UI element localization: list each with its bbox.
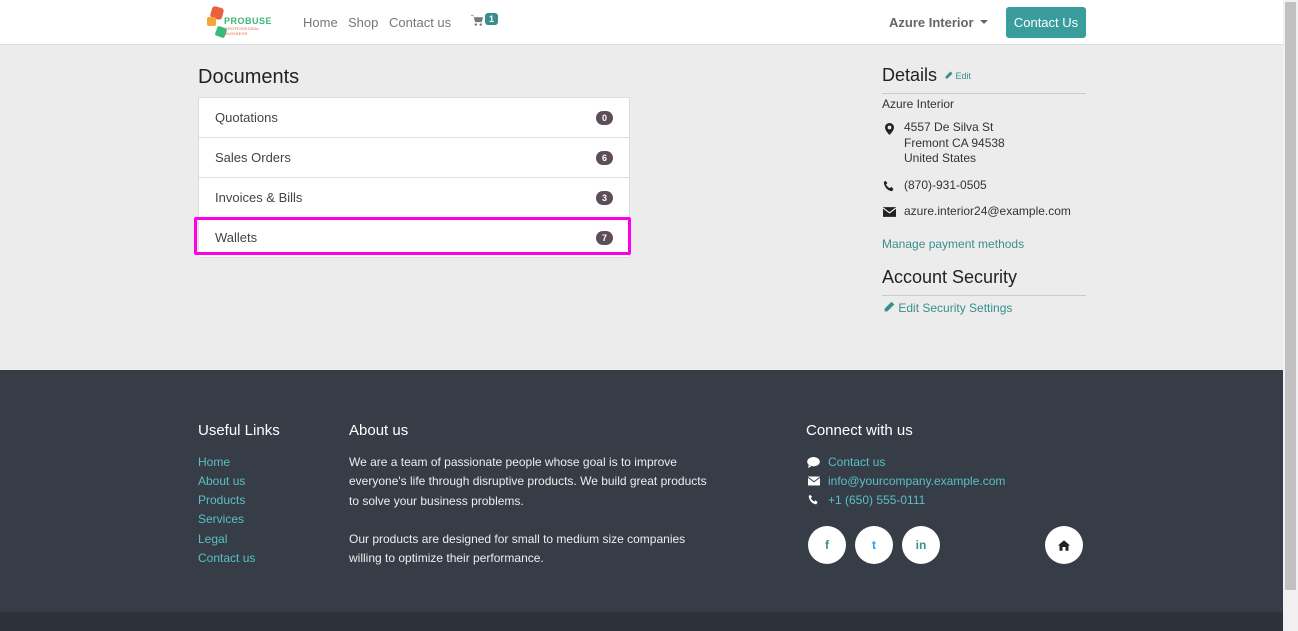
document-label: Quotations: [215, 110, 278, 125]
address-line-3: United States: [904, 151, 977, 165]
document-item-quotations[interactable]: Quotations 0: [198, 97, 630, 138]
contact-us-button[interactable]: Contact Us: [1006, 7, 1086, 38]
map-marker-icon: [885, 123, 894, 135]
linkedin-glyph: in: [915, 538, 927, 552]
nav-home[interactable]: Home: [303, 15, 338, 30]
document-label: Wallets: [215, 230, 258, 245]
about-paragraph-2: Our products are designed for small to m…: [349, 532, 686, 566]
facebook-glyph: f: [825, 538, 829, 552]
facebook-icon[interactable]: f: [808, 526, 846, 564]
pencil-icon: [884, 301, 895, 312]
document-item-invoices-bills[interactable]: Invoices & Bills 3: [198, 178, 630, 218]
count-badge: 0: [596, 111, 613, 125]
logo-text: PROBUSE: [224, 16, 273, 26]
top-navbar: PROBUSE PROFESSIONAL BUSINESS Home Shop …: [0, 0, 1283, 45]
customer-name: Azure Interior: [882, 97, 955, 111]
footer-contact-link[interactable]: Contact us: [828, 455, 885, 469]
divider: [882, 295, 1086, 296]
about-us-title: About us: [349, 422, 409, 439]
twitter-icon[interactable]: t: [855, 526, 893, 564]
footer-link-legal[interactable]: Legal: [198, 532, 227, 546]
document-label: Sales Orders: [215, 150, 291, 165]
home-icon[interactable]: [1045, 526, 1083, 564]
footer-link-home[interactable]: Home: [198, 455, 230, 469]
divider: [882, 93, 1086, 94]
footer-link-products[interactable]: Products: [198, 493, 245, 507]
footer-link-contact-us[interactable]: Contact us: [198, 551, 255, 565]
home-glyph: [1058, 539, 1070, 551]
cart-icon[interactable]: [471, 14, 484, 27]
email-address: azure.interior24@example.com: [904, 204, 1071, 218]
document-item-sales-orders[interactable]: Sales Orders 6: [198, 138, 630, 178]
user-name: Azure Interior: [889, 15, 974, 30]
footer-link-services[interactable]: Services: [198, 512, 244, 526]
address-line-1: 4557 De Silva St: [904, 120, 994, 134]
edit-security-settings-link[interactable]: Edit Security Settings: [884, 301, 1012, 315]
nav-contact-us[interactable]: Contact us: [389, 15, 451, 30]
connect-title: Connect with us: [806, 422, 913, 439]
twitter-glyph: t: [872, 538, 876, 552]
comment-icon: [807, 457, 820, 468]
edit-label: Edit: [955, 71, 972, 81]
pencil-icon: [945, 71, 953, 79]
phone-number: (870)-931-0505: [904, 178, 987, 192]
footer-link-about-us[interactable]: About us: [198, 474, 245, 488]
page-scrollbar[interactable]: [1283, 0, 1298, 631]
manage-payment-methods-link[interactable]: Manage payment methods: [882, 237, 1024, 251]
user-menu-dropdown[interactable]: Azure Interior: [889, 15, 988, 30]
edit-details-link[interactable]: Edit: [945, 71, 971, 81]
documents-list: Quotations 0 Sales Orders 6 Invoices & B…: [198, 97, 630, 258]
edit-security-label: Edit Security Settings: [898, 301, 1013, 315]
brand-logo[interactable]: PROBUSE PROFESSIONAL BUSINESS: [207, 5, 273, 39]
document-label: Invoices & Bills: [215, 190, 303, 205]
footer-copyright-bar: [0, 612, 1283, 631]
details-title: Details: [882, 65, 938, 85]
logo-hexagon-icon: [207, 17, 216, 26]
logo-subtext: PROFESSIONAL BUSINESS: [225, 26, 260, 36]
document-item-wallets[interactable]: Wallets 7: [198, 218, 630, 258]
count-badge: 3: [596, 191, 613, 205]
scrollbar-thumb[interactable]: [1285, 2, 1296, 590]
count-badge: 6: [596, 151, 613, 165]
address-line-2: Fremont CA 94538: [904, 135, 1005, 150]
linkedin-icon[interactable]: in: [902, 526, 940, 564]
phone-icon: [808, 494, 818, 505]
count-badge: 7: [596, 231, 613, 245]
account-security-title: Account Security: [882, 267, 1018, 287]
nav-shop[interactable]: Shop: [348, 15, 378, 30]
phone-icon: [883, 180, 894, 192]
caret-down-icon: [979, 20, 988, 24]
cart-count-badge: 1: [485, 13, 499, 25]
envelope-icon: [808, 476, 820, 486]
footer-phone-link[interactable]: +1 (650) 555-0111: [828, 493, 925, 507]
envelope-icon: [883, 207, 896, 217]
footer-email-link[interactable]: info@yourcompany.example.com: [828, 474, 1005, 488]
documents-title: Documents: [198, 66, 300, 88]
about-paragraph-1: We are a team of passionate people whose…: [349, 455, 707, 508]
useful-links-title: Useful Links: [198, 422, 280, 439]
